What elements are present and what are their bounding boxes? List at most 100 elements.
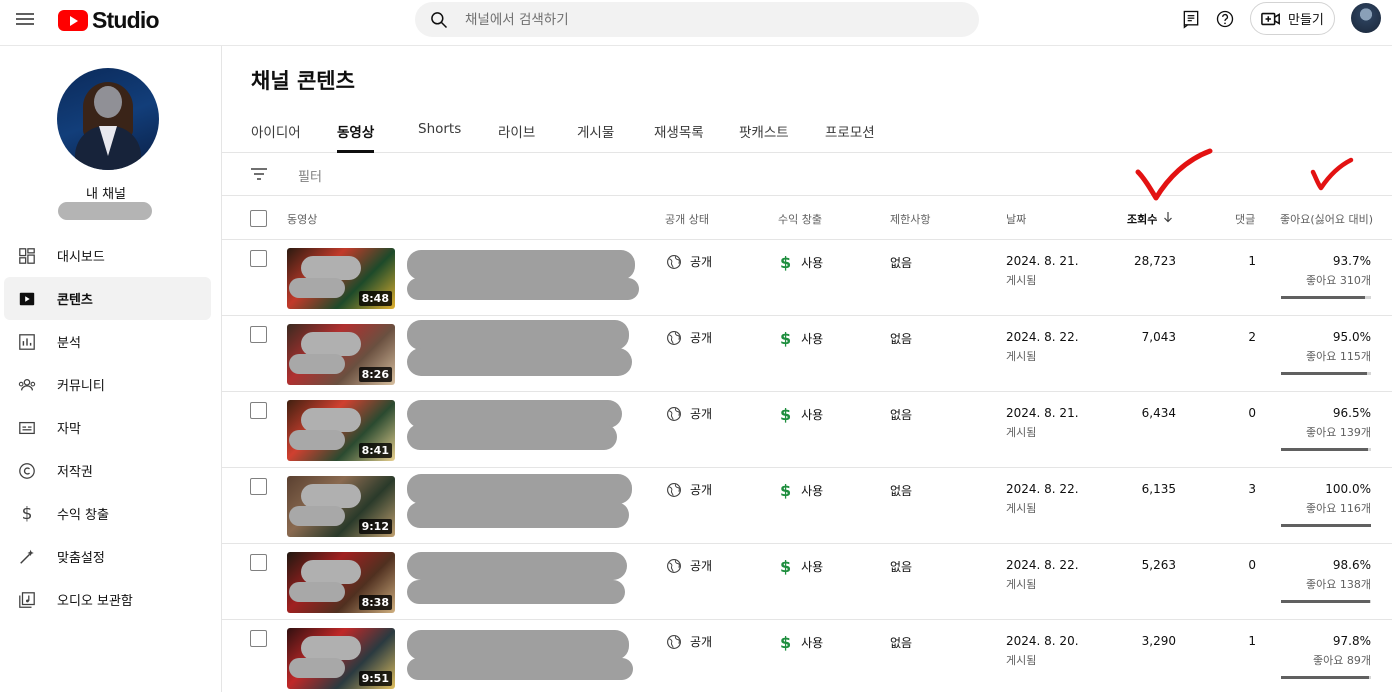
- filter-input[interactable]: 필터: [298, 166, 322, 185]
- row-checkbox[interactable]: [250, 326, 267, 343]
- col-header-date[interactable]: 날짜: [1006, 211, 1026, 227]
- sidebar-item-label: 오디오 보관함: [57, 594, 133, 609]
- video-thumbnail[interactable]: 8:41: [287, 400, 395, 461]
- monetization-cell[interactable]: $ 사용: [780, 329, 823, 348]
- like-percentage: 96.5%: [1332, 406, 1371, 420]
- date-status: 게시됨: [1006, 426, 1037, 439]
- visibility-cell[interactable]: 공개: [666, 481, 712, 498]
- comments-value: 3: [1248, 482, 1256, 496]
- monetization-value: 사용: [801, 484, 824, 498]
- col-header-visibility[interactable]: 공개 상태: [665, 211, 709, 227]
- video-title-redacted: [407, 250, 635, 280]
- video-thumbnail[interactable]: 9:51: [287, 628, 395, 689]
- col-header-likes[interactable]: 좋아요(싫어요 대비): [1280, 211, 1373, 227]
- col-header-views[interactable]: 조회수: [1127, 211, 1157, 227]
- tab-posts[interactable]: 게시물: [577, 121, 614, 153]
- help-icon[interactable]: [1215, 9, 1235, 29]
- monetization-cell[interactable]: $ 사용: [780, 557, 823, 576]
- studio-logo[interactable]: Studio: [58, 7, 160, 34]
- channel-avatar[interactable]: [57, 68, 159, 170]
- comments-value: 1: [1248, 254, 1256, 268]
- sidebar-item-dashboard[interactable]: 대시보드: [4, 234, 211, 277]
- sidebar-item-label: 맞춤설정: [57, 551, 105, 566]
- monetization-cell[interactable]: $ 사용: [780, 253, 823, 272]
- views-value: 6,135: [1141, 482, 1176, 496]
- monetization-cell[interactable]: $ 사용: [780, 481, 823, 500]
- video-thumbnail[interactable]: 8:26: [287, 324, 395, 385]
- row-checkbox[interactable]: [250, 630, 267, 647]
- date-value: 2024. 8. 22.: [1006, 558, 1079, 572]
- globe-icon: [667, 254, 681, 269]
- row-checkbox[interactable]: [250, 250, 267, 267]
- feedback-icon[interactable]: [1181, 9, 1201, 29]
- date-value: 2024. 8. 22.: [1006, 482, 1079, 496]
- tab-podcasts[interactable]: 팟캐스트: [739, 121, 789, 153]
- tab-playlists[interactable]: 재생목록: [654, 121, 704, 153]
- sidebar-item-content[interactable]: 콘텐츠: [4, 277, 211, 320]
- visibility-cell[interactable]: 공개: [666, 633, 712, 650]
- col-header-video: 동영상: [287, 213, 318, 226]
- copyright-icon: [15, 462, 39, 480]
- sidebar-item-customization[interactable]: 맞춤설정: [4, 535, 211, 578]
- youtube-logo-icon: [58, 10, 88, 31]
- select-all-checkbox[interactable]: [250, 210, 267, 227]
- monetization-value: 사용: [801, 408, 824, 422]
- filter-icon[interactable]: [250, 167, 268, 181]
- menu-icon[interactable]: [16, 10, 36, 28]
- sidebar: 내 채널 대시보드 콘텐츠 분석 커뮤니티 자막 저작권 $ 수익 창출 맞춤설…: [0, 46, 222, 692]
- video-title-redacted: [407, 552, 627, 580]
- sidebar-item-community[interactable]: 커뮤니티: [4, 363, 211, 406]
- like-percentage: 98.6%: [1332, 558, 1371, 572]
- video-description-redacted: [407, 502, 629, 528]
- account-avatar[interactable]: [1351, 3, 1381, 33]
- dollar-icon: $: [780, 481, 792, 500]
- table-row[interactable]: 9:12 공개 $ 사용 없음 2024. 8. 22. 게시됨 6,135 3 100.0% 좋아…: [222, 468, 1392, 544]
- table-row[interactable]: 8:41 공개 $ 사용 없음 2024. 8. 21. 게시됨 6,434 0 96.5% 좋아요…: [222, 392, 1392, 468]
- comments-value: 0: [1248, 558, 1256, 572]
- sidebar-item-analytics[interactable]: 분석: [4, 320, 211, 363]
- monetization-cell[interactable]: $ 사용: [780, 405, 823, 424]
- video-thumbnail[interactable]: 8:48: [287, 248, 395, 309]
- search-box[interactable]: [415, 2, 979, 37]
- col-header-restrictions[interactable]: 제한사항: [890, 211, 930, 227]
- like-ratio-bar: [1281, 676, 1371, 679]
- video-description-redacted: [407, 348, 632, 376]
- sidebar-item-earn[interactable]: $ 수익 창출: [4, 492, 211, 535]
- table-row[interactable]: 9:51 공개 $ 사용 없음 2024. 8. 20. 게시됨 3,290 1 97.8% 좋아요…: [222, 620, 1392, 692]
- dollar-icon: $: [780, 557, 792, 576]
- customization-icon: [15, 548, 39, 566]
- visibility-cell[interactable]: 공개: [666, 405, 712, 422]
- table-row[interactable]: 8:48 공개 $ 사용 없음 2024. 8. 21. 게시됨 28,723 1 93.7% 좋아…: [222, 240, 1392, 316]
- video-duration: 8:41: [358, 443, 392, 458]
- row-checkbox[interactable]: [250, 402, 267, 419]
- visibility-cell[interactable]: 공개: [666, 557, 712, 574]
- tab-videos[interactable]: 동영상: [337, 121, 375, 153]
- visibility-cell[interactable]: 공개: [666, 329, 712, 346]
- visibility-cell[interactable]: 공개: [666, 253, 712, 270]
- sidebar-item-label: 자막: [57, 422, 81, 437]
- table-row[interactable]: 8:38 공개 $ 사용 없음 2024. 8. 22. 게시됨 5,263 0 98.6% 좋아요…: [222, 544, 1392, 620]
- tab-promotions[interactable]: 프로모션: [825, 121, 875, 153]
- video-duration: 8:48: [358, 291, 392, 306]
- tab-ideas[interactable]: 아이디어: [251, 121, 301, 153]
- restrictions-value: 없음: [890, 636, 913, 650]
- video-thumbnail[interactable]: 9:12: [287, 476, 395, 537]
- search-input[interactable]: [465, 2, 965, 37]
- col-header-monetization[interactable]: 수익 창출: [778, 211, 822, 227]
- tab-live[interactable]: 라이브: [498, 121, 535, 153]
- row-checkbox[interactable]: [250, 554, 267, 571]
- create-button[interactable]: 만들기: [1250, 2, 1335, 35]
- col-header-comments[interactable]: 댓글: [1235, 211, 1255, 227]
- sidebar-item-audio-library[interactable]: 오디오 보관함: [4, 578, 211, 621]
- video-thumbnail[interactable]: 8:38: [287, 552, 395, 613]
- sidebar-item-copyright[interactable]: 저작권: [4, 449, 211, 492]
- sidebar-item-subtitles[interactable]: 자막: [4, 406, 211, 449]
- like-count: 좋아요 116개: [1306, 502, 1371, 515]
- search-icon: [431, 12, 448, 29]
- like-percentage: 100.0%: [1325, 482, 1371, 496]
- sort-down-arrow-icon[interactable]: [1163, 211, 1173, 223]
- monetization-cell[interactable]: $ 사용: [780, 633, 823, 652]
- row-checkbox[interactable]: [250, 478, 267, 495]
- table-row[interactable]: 8:26 공개 $ 사용 없음 2024. 8. 22. 게시됨 7,043 2 95.0% 좋아요…: [222, 316, 1392, 392]
- tab-shorts[interactable]: Shorts: [418, 121, 461, 153]
